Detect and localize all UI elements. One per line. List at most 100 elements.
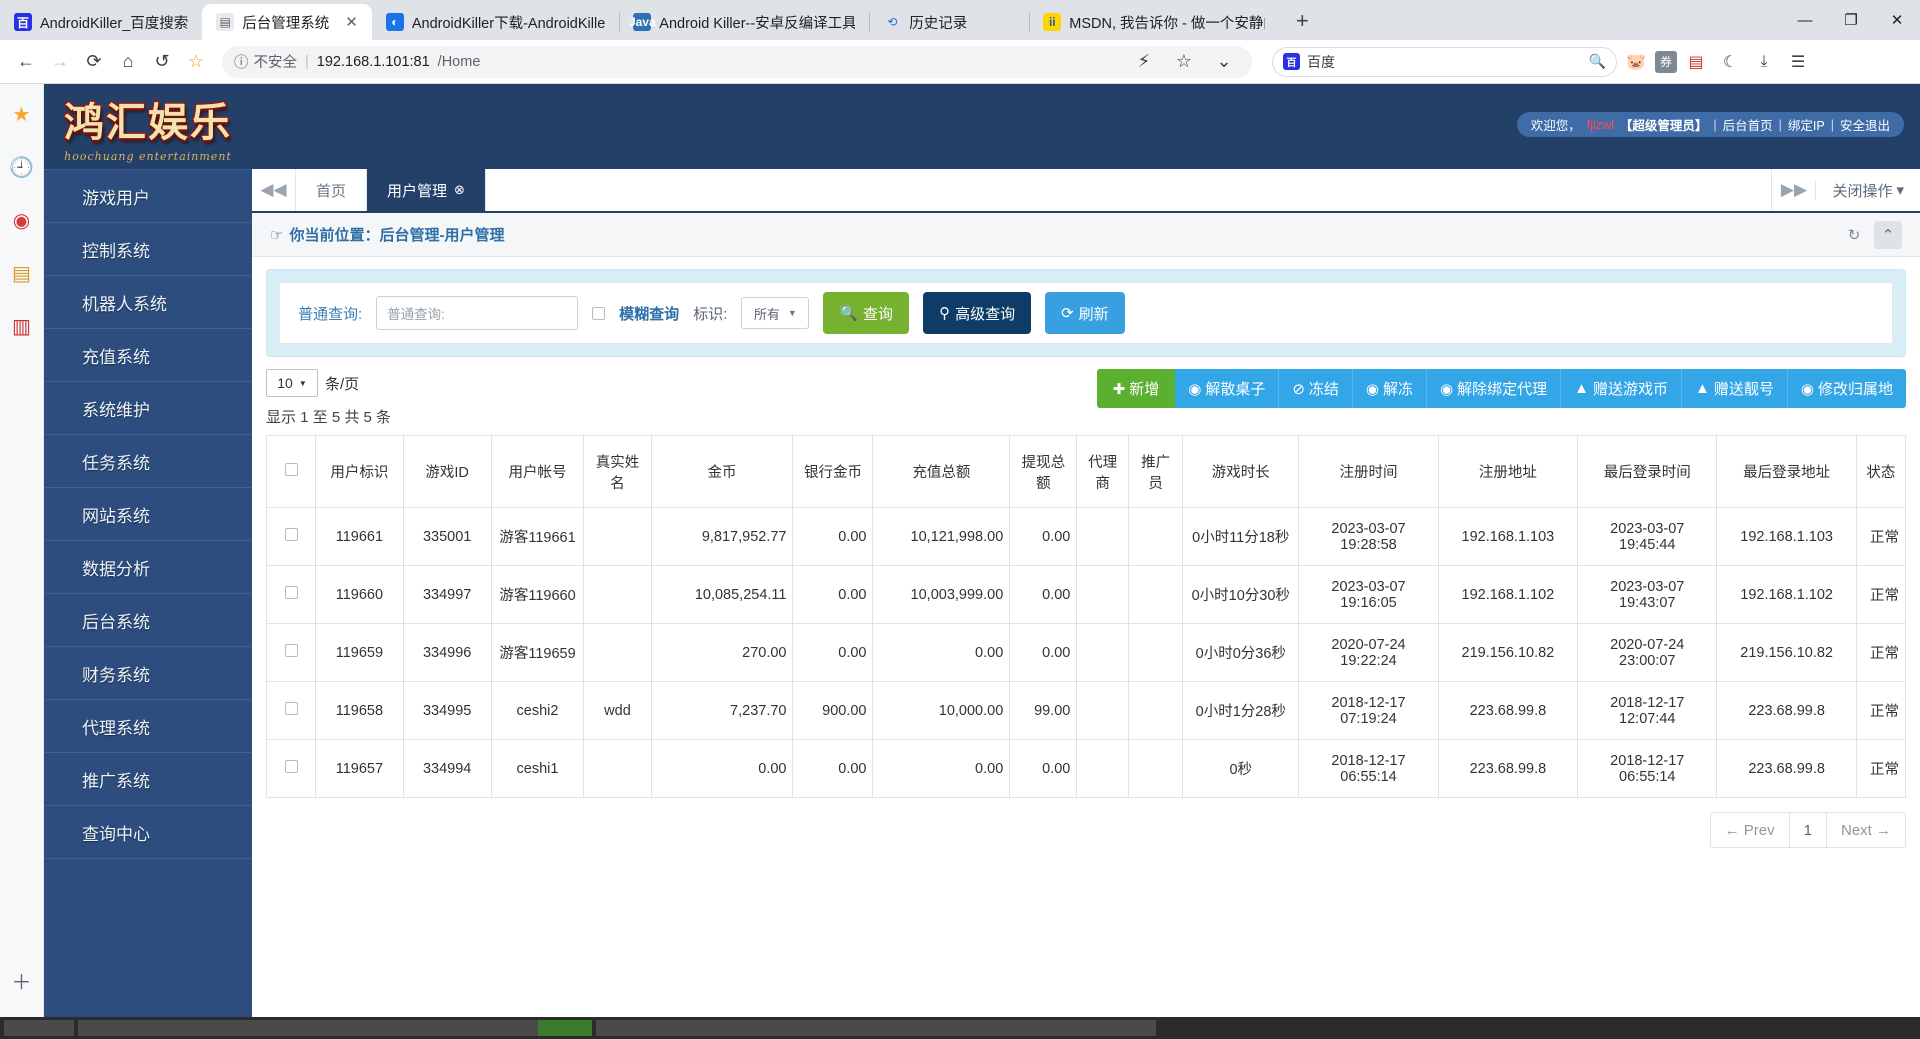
freeze-button[interactable]: ⊘ 冻结 — [1279, 369, 1353, 408]
col-game-id[interactable]: 游戏ID — [403, 436, 491, 508]
sidebar-item-robot-system[interactable]: 机器人系统 — [44, 276, 252, 329]
col-promoter[interactable]: 推广员 — [1128, 436, 1182, 508]
close-icon[interactable]: ⊗ — [454, 182, 465, 198]
row-checkbox[interactable] — [285, 644, 298, 657]
col-agent[interactable]: 代理商 — [1077, 436, 1129, 508]
tabstrip-right-arrow-icon[interactable]: ▶▶ — [1772, 180, 1816, 200]
normal-query-input[interactable]: 普通查询: — [376, 296, 578, 330]
moon-icon[interactable]: ☾ — [1715, 47, 1745, 77]
tab-user-management[interactable]: 用户管理 ⊗ — [367, 169, 486, 211]
col-play-time[interactable]: 游戏时长 — [1183, 436, 1299, 508]
col-status[interactable]: 状态 — [1856, 436, 1905, 508]
col-account[interactable]: 用户帐号 — [491, 436, 584, 508]
prev-page-button[interactable]: ← Prev — [1710, 812, 1790, 848]
browser-tab-3[interactable]: Java Android Killer--安卓反编译工具 — [619, 4, 869, 40]
browser-tab-0[interactable]: 百 AndroidKiller_百度搜索 — [0, 4, 202, 40]
col-bank-gold[interactable]: 银行金币 — [793, 436, 873, 508]
star-icon[interactable]: ★ — [13, 102, 31, 127]
close-operations-menu[interactable]: 关闭操作 ▾ — [1816, 169, 1920, 211]
taskbar-item[interactable] — [78, 1020, 538, 1036]
modify-location-button[interactable]: ◉ 修改归属地 — [1788, 369, 1906, 408]
sidebar-item-data-analysis[interactable]: 数据分析 — [44, 541, 252, 594]
page-number-1[interactable]: 1 — [1790, 812, 1826, 848]
sidebar-item-finance-system[interactable]: 财务系统 — [44, 647, 252, 700]
dissolve-table-button[interactable]: ◉ 解散桌子 — [1175, 369, 1279, 408]
table-row[interactable]: 119659 334996 游客119659 270.00 0.00 0.00 … — [267, 624, 1906, 682]
piggy-icon[interactable]: 🐷 — [1621, 47, 1651, 77]
gift-vip-number-button[interactable]: ▲ 赠送靓号 — [1682, 369, 1788, 408]
sidebar-item-promotion-system[interactable]: 推广系统 — [44, 753, 252, 806]
history-icon[interactable]: 🕘 — [9, 155, 34, 180]
sidebar-item-agent-system[interactable]: 代理系统 — [44, 700, 252, 753]
link-secure-logout[interactable]: 安全退出 — [1840, 115, 1890, 134]
table-row[interactable]: 119657 334994 ceshi1 0.00 0.00 0.00 0.00… — [267, 740, 1906, 798]
back-icon[interactable]: ← — [10, 46, 42, 78]
link-admin-home[interactable]: 后台首页 — [1723, 115, 1773, 134]
pdf-icon[interactable]: ▤ — [1681, 47, 1711, 77]
advanced-query-button[interactable]: ⚲ 高级查询 — [923, 292, 1031, 334]
sidebar-item-task-system[interactable]: 任务系统 — [44, 435, 252, 488]
minimize-button[interactable]: — — [1782, 0, 1828, 40]
bookmark-icon[interactable]: ☆ — [180, 46, 212, 78]
flag-select[interactable]: 所有 ▼ — [741, 297, 809, 329]
browser-tab-2[interactable]: ◐ AndroidKiller下载-AndroidKille — [372, 4, 619, 40]
new-tab-button[interactable]: + — [1285, 4, 1319, 38]
address-bar[interactable]: ⓘ 不安全 | 192.168.1.101:81 /Home ⚡ ☆ ⌄ — [222, 46, 1252, 78]
wallet-icon[interactable]: ▤ — [12, 261, 31, 286]
taskbar-item-active[interactable] — [538, 1020, 592, 1036]
sidebar-item-backend-system[interactable]: 后台系统 — [44, 594, 252, 647]
select-all-checkbox[interactable] — [285, 463, 298, 476]
refresh-icon[interactable]: ↻ — [1840, 221, 1868, 249]
close-icon[interactable]: ✕ — [337, 13, 358, 31]
tab-home[interactable]: 首页 — [296, 169, 367, 211]
row-checkbox[interactable] — [285, 528, 298, 541]
reload-icon[interactable]: ⟳ — [78, 46, 110, 78]
table-row[interactable]: 119658 334995 ceshi2 wdd 7,237.70 900.00… — [267, 682, 1906, 740]
next-page-button[interactable]: Next → — [1826, 812, 1906, 848]
page-size-select[interactable]: 10 ▼ — [266, 369, 318, 397]
site-info-icon[interactable]: ⓘ 不安全 — [234, 51, 297, 72]
col-user-id[interactable]: 用户标识 — [316, 436, 404, 508]
link-bind-ip[interactable]: 绑定IP — [1788, 115, 1825, 134]
col-reg-ip[interactable]: 注册地址 — [1438, 436, 1577, 508]
forward-icon[interactable]: → — [44, 46, 76, 78]
col-last-login-time[interactable]: 最后登录时间 — [1578, 436, 1717, 508]
query-button[interactable]: 🔍 查询 — [823, 292, 909, 334]
add-button[interactable]: ✚ 新增 — [1097, 369, 1176, 408]
col-reg-time[interactable]: 注册时间 — [1299, 436, 1438, 508]
download-icon[interactable]: ⤓ — [1749, 47, 1779, 77]
tabstrip-left-arrow-icon[interactable]: ◀◀ — [252, 169, 296, 211]
browser-tab-1[interactable]: ▤ 后台管理系统 ✕ — [202, 4, 372, 40]
row-checkbox[interactable] — [285, 702, 298, 715]
star-icon[interactable]: ☆ — [1168, 46, 1200, 78]
row-checkbox[interactable] — [285, 760, 298, 773]
site-logo[interactable]: 鸿汇娱乐 hoochuang entertainment — [44, 84, 252, 169]
lightning-icon[interactable]: ⚡ — [1128, 46, 1160, 78]
table-row[interactable]: 119660 334997 游客119660 10,085,254.11 0.0… — [267, 566, 1906, 624]
pdf-icon[interactable]: ▥ — [12, 314, 31, 339]
chevron-down-icon[interactable]: ⌄ — [1208, 46, 1240, 78]
col-last-login-ip[interactable]: 最后登录地址 — [1717, 436, 1856, 508]
row-checkbox[interactable] — [285, 586, 298, 599]
unfreeze-button[interactable]: ◉ 解冻 — [1353, 369, 1427, 408]
browser-tab-4[interactable]: ⟲ 历史记录 — [869, 4, 1029, 40]
refresh-button[interactable]: ⟳ 刷新 — [1045, 292, 1125, 334]
taskbar-item[interactable] — [596, 1020, 1156, 1036]
gift-game-coin-button[interactable]: ▲ 赠送游戏币 — [1561, 369, 1682, 408]
fuzzy-query-checkbox[interactable] — [592, 307, 605, 320]
sidebar-item-recharge-system[interactable]: 充值系统 — [44, 329, 252, 382]
home-icon[interactable]: ⌂ — [112, 46, 144, 78]
close-window-button[interactable]: ✕ — [1874, 0, 1920, 40]
browser-tab-5[interactable]: ii MSDN, 我告诉你 - 做一个安静的 — [1029, 4, 1279, 40]
sidebar-item-control-system[interactable]: 控制系统 — [44, 223, 252, 276]
chevron-up-icon[interactable]: ⌃ — [1874, 221, 1902, 249]
col-real-name[interactable]: 真实姓名 — [584, 436, 651, 508]
sidebar-item-game-users[interactable]: 游戏用户 — [44, 170, 252, 223]
maximize-button[interactable]: ❐ — [1828, 0, 1874, 40]
search-icon[interactable]: 🔍 — [1589, 53, 1606, 70]
plus-icon[interactable]: ＋ — [12, 966, 32, 995]
table-row[interactable]: 119661 335001 游客119661 9,817,952.77 0.00… — [267, 508, 1906, 566]
history-back-icon[interactable]: ↺ — [146, 46, 178, 78]
col-withdraw-total[interactable]: 提现总额 — [1010, 436, 1077, 508]
col-recharge-total[interactable]: 充值总额 — [873, 436, 1010, 508]
